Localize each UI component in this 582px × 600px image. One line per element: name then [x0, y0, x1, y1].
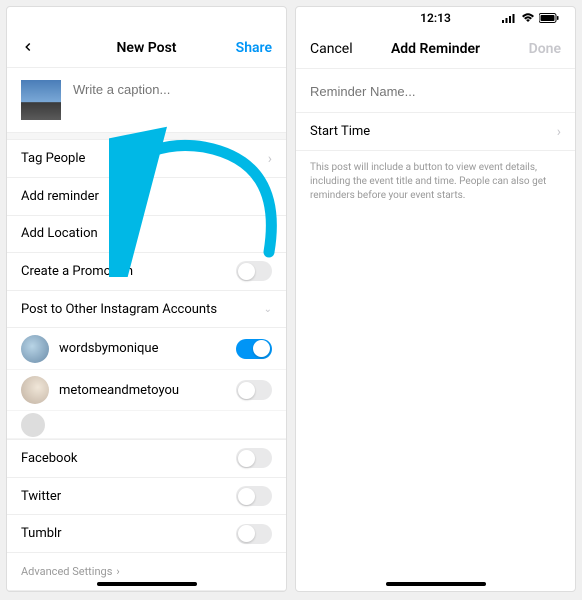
row-label: Tag People	[21, 151, 85, 166]
twitter-row[interactable]: Twitter	[7, 478, 286, 516]
section-separator	[7, 132, 286, 140]
chevron-left-icon	[21, 40, 35, 54]
promotion-toggle[interactable]	[236, 261, 272, 281]
add-reminder-row[interactable]: Add reminder ›	[7, 178, 286, 216]
twitter-toggle[interactable]	[236, 486, 272, 506]
chevron-down-icon: ⌄	[264, 304, 272, 315]
right-phone-add-reminder: 12:13 Cancel Add Reminder Done Start Tim…	[295, 6, 576, 592]
row-label: Post to Other Instagram Accounts	[21, 302, 217, 317]
tag-people-row[interactable]: Tag People ›	[7, 140, 286, 178]
chevron-right-icon: ›	[268, 226, 272, 242]
advanced-label: Advanced Settings	[21, 565, 112, 578]
done-button: Done	[511, 41, 561, 57]
battery-icon	[539, 13, 559, 23]
signal-icon	[502, 13, 517, 23]
account-name: metomeandmetoyou	[59, 383, 226, 398]
status-time: 12:13	[420, 11, 451, 25]
nav-title: Add Reminder	[391, 41, 480, 57]
row-label: Create a Promotion	[21, 264, 133, 279]
reminder-name-input[interactable]	[310, 84, 561, 99]
avatar	[21, 335, 49, 363]
status-bar	[7, 7, 286, 29]
create-promotion-row[interactable]: Create a Promotion	[7, 253, 286, 291]
facebook-row[interactable]: Facebook	[7, 440, 286, 478]
caption-input[interactable]	[73, 80, 272, 97]
chevron-right-icon: ›	[268, 188, 272, 204]
home-indicator	[386, 582, 486, 586]
cancel-button[interactable]: Cancel	[310, 41, 360, 57]
avatar	[21, 413, 45, 437]
post-thumbnail[interactable]	[21, 80, 61, 120]
home-indicator	[97, 582, 197, 586]
account-row: wordsbymonique	[7, 328, 286, 370]
reminder-name-row	[296, 69, 575, 113]
avatar	[21, 376, 49, 404]
row-label: Twitter	[21, 489, 61, 504]
tumblr-toggle[interactable]	[236, 524, 272, 544]
wifi-icon	[521, 13, 535, 23]
add-location-row[interactable]: Add Location ›	[7, 216, 286, 254]
nav-title: New Post	[117, 40, 177, 56]
start-time-row[interactable]: Start Time ›	[296, 113, 575, 151]
nav-bar: Cancel Add Reminder Done	[296, 29, 575, 69]
post-other-accounts-row[interactable]: Post to Other Instagram Accounts ⌄	[7, 291, 286, 329]
chevron-right-icon: ›	[268, 151, 272, 167]
row-label: Tumblr	[21, 526, 62, 541]
nav-bar: New Post Share	[7, 29, 286, 69]
left-phone-new-post: New Post Share Tag People › Add reminder…	[6, 6, 287, 592]
row-label: Start Time	[310, 124, 370, 139]
status-icons	[502, 13, 559, 23]
chevron-right-icon: ›	[557, 124, 561, 140]
tumblr-row[interactable]: Tumblr	[7, 515, 286, 553]
account-toggle[interactable]	[236, 380, 272, 400]
status-bar: 12:13	[296, 7, 575, 29]
row-label: Add Location	[21, 226, 98, 241]
account-row-partial	[7, 411, 286, 439]
account-toggle[interactable]	[236, 339, 272, 359]
account-name: wordsbymonique	[59, 341, 226, 356]
row-label: Add reminder	[21, 189, 99, 204]
facebook-toggle[interactable]	[236, 448, 272, 468]
caption-row	[7, 68, 286, 132]
description-text: This post will include a button to view …	[296, 151, 575, 213]
back-button[interactable]	[21, 38, 71, 59]
share-button[interactable]: Share	[222, 40, 272, 56]
row-label: Facebook	[21, 451, 77, 466]
account-row: metomeandmetoyou	[7, 370, 286, 412]
chevron-right-icon: ›	[116, 565, 119, 578]
